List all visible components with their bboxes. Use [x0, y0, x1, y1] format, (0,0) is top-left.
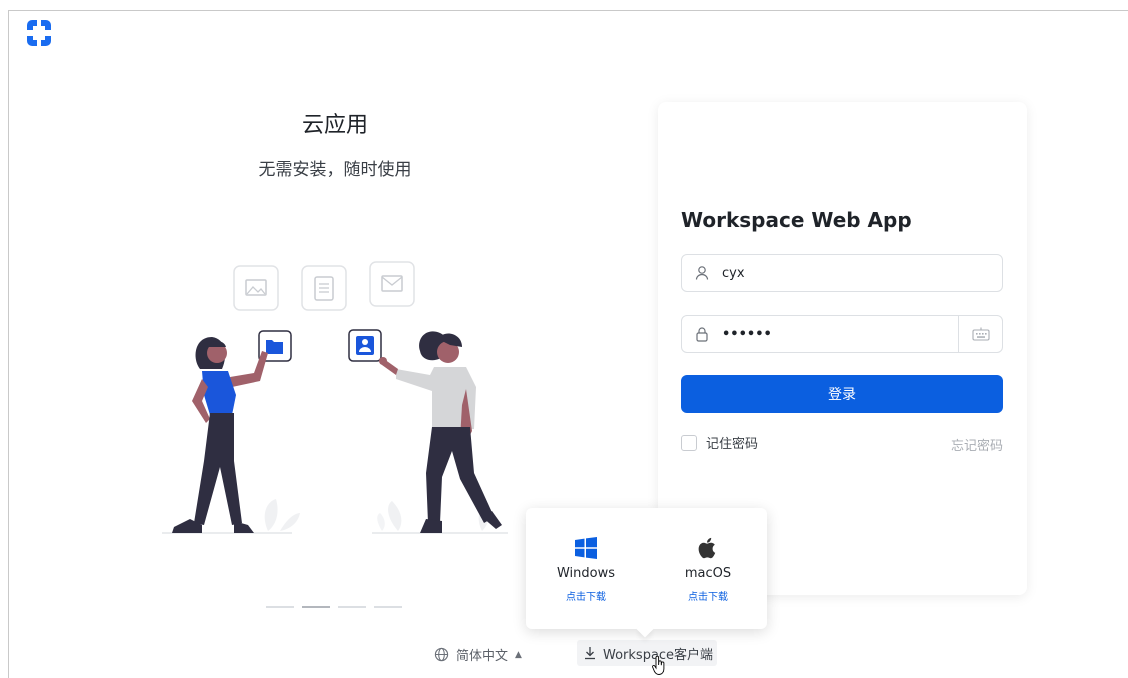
macos-download-link[interactable]: 点击下载 [688, 588, 728, 603]
hero-title: 云应用 [301, 113, 368, 138]
download-icon [585, 647, 595, 660]
windows-label: Windows [556, 566, 616, 581]
image-tile-icon [233, 265, 279, 311]
user-icon [682, 265, 722, 281]
remember-checkbox[interactable] [681, 434, 697, 451]
hand-cursor-icon [652, 656, 665, 675]
carousel-dot-2[interactable] [302, 606, 330, 608]
carousel-dot-3[interactable] [338, 606, 366, 608]
windows-icon [575, 537, 597, 559]
password-value: •••••• [722, 326, 772, 342]
app-logo-icon [27, 20, 51, 46]
username-value: cyx [722, 265, 745, 281]
remember-label: 记住密码 [706, 437, 759, 452]
language-selector[interactable]: 简体中文 ▲ [434, 645, 522, 664]
man-figure [379, 331, 502, 533]
password-field[interactable]: •••••• [681, 315, 1003, 353]
download-client-link[interactable]: Workspace客户端 [577, 640, 717, 666]
hero-illustration [162, 261, 508, 534]
woman-figure [172, 337, 268, 533]
carousel-dot-1[interactable] [266, 606, 294, 608]
globe-icon [434, 647, 449, 662]
username-field[interactable]: cyx [681, 254, 1003, 292]
caret-up-icon: ▲ [515, 649, 522, 660]
hero-subtitle: 无需安装，随时使用 [258, 160, 412, 180]
windows-download-link[interactable]: 点击下载 [566, 588, 606, 603]
macos-download[interactable]: macOS 点击下载 [663, 536, 753, 603]
carousel-dot-4[interactable] [374, 606, 402, 608]
remember-password[interactable]: 记住密码 [681, 433, 758, 452]
language-label: 简体中文 [456, 649, 509, 664]
keyboard-icon[interactable] [958, 316, 1002, 352]
windows-download[interactable]: Windows 点击下载 [541, 536, 631, 603]
forgot-password-link[interactable]: 忘记密码 [951, 435, 1003, 454]
login-title: Workspace Web App [681, 208, 912, 232]
lock-icon [682, 326, 722, 342]
macos-label: macOS [684, 566, 732, 581]
login-button[interactable]: 登录 [681, 375, 1003, 413]
apple-icon [698, 537, 716, 559]
mail-tile-icon [369, 261, 415, 307]
contact-tile-icon [348, 329, 382, 362]
carousel-indicators [266, 606, 402, 608]
download-popover: Windows 点击下载 macOS 点击下载 [526, 508, 767, 629]
document-tile-icon [301, 265, 347, 311]
